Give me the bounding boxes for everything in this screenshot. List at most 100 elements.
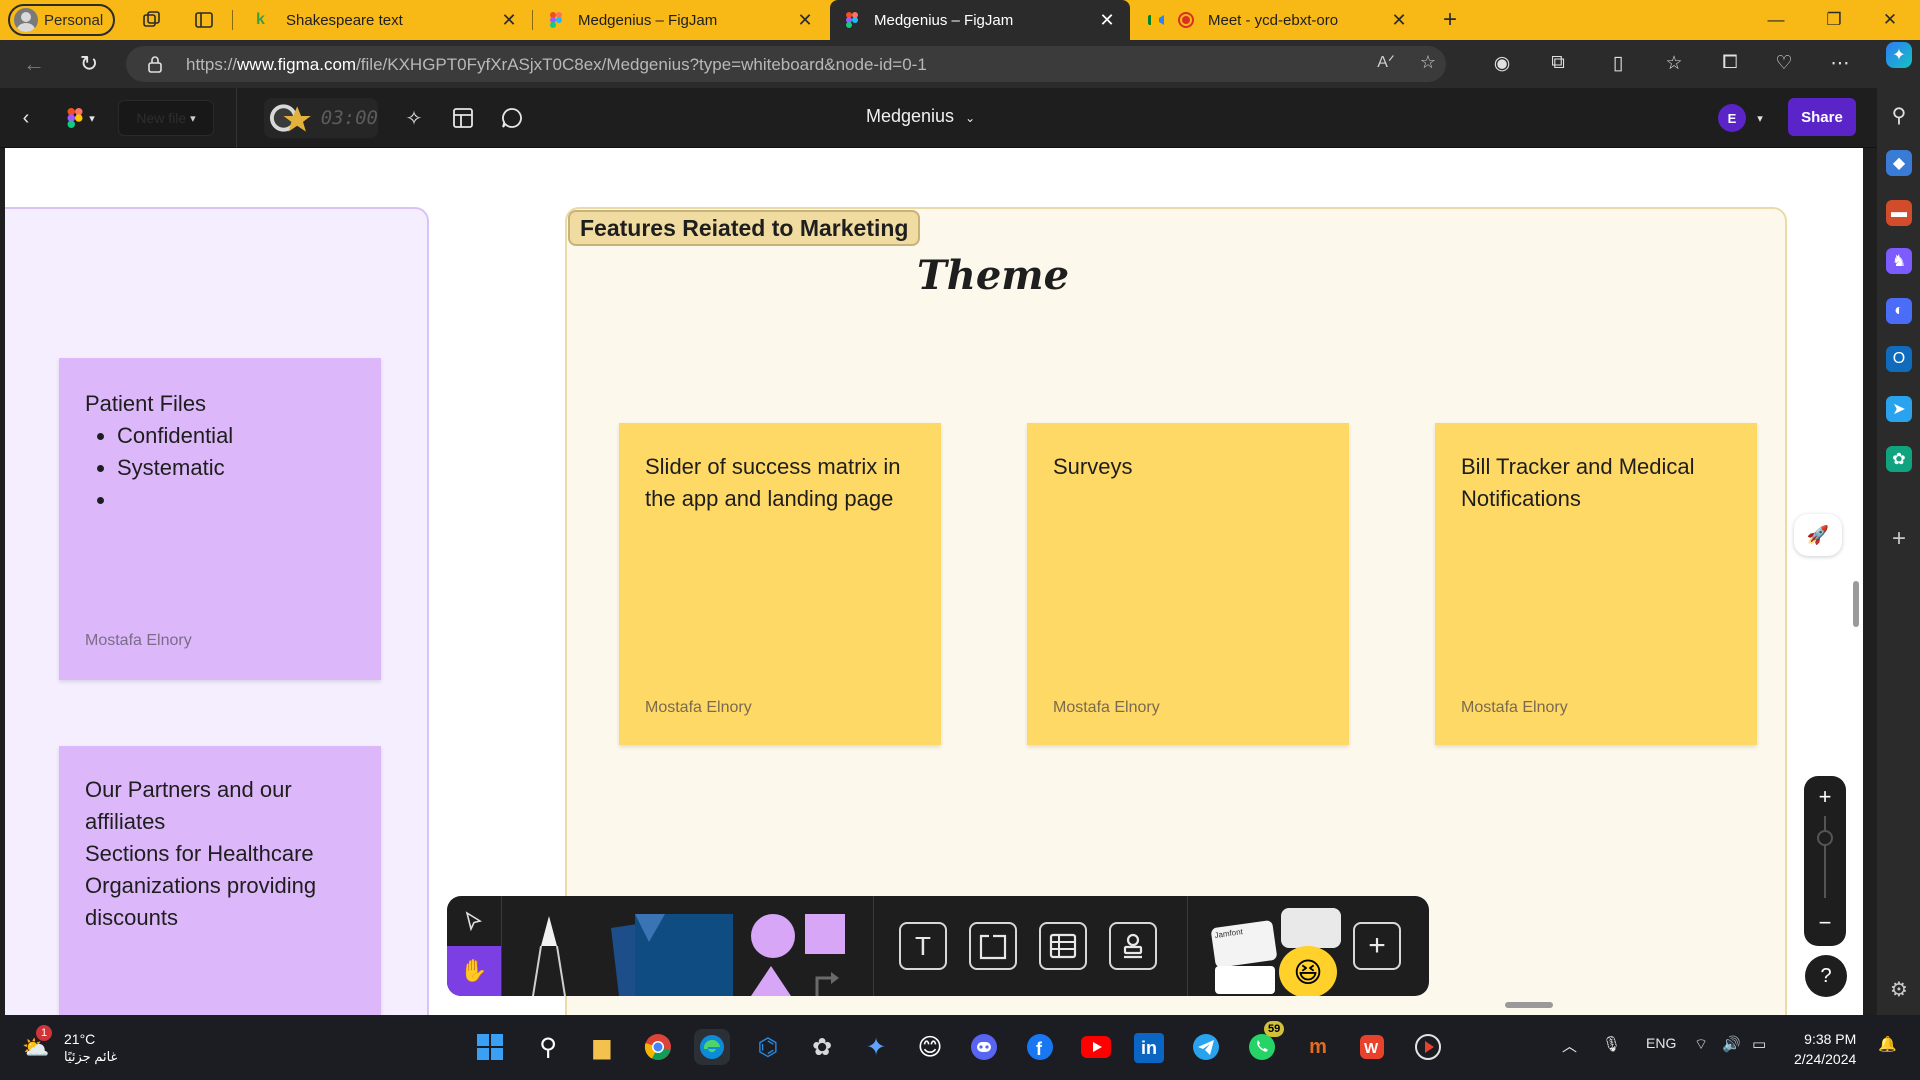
theme-handwritten-label[interactable]: Theme [917,252,1069,299]
new-tab-icon[interactable]: + [1438,6,1462,33]
tab-medgenius-active[interactable]: Medgenius – FigJam ✕ [830,0,1130,40]
tab-shakespeare[interactable]: k Shakespeare text ✕ [246,0,528,40]
outlook-icon[interactable]: O [1886,346,1912,372]
table-tool-icon[interactable] [1039,922,1087,970]
close-window-icon[interactable]: ✕ [1862,0,1918,40]
chatgpt-icon[interactable]: ✿ [1886,446,1912,472]
facebook-icon[interactable]: f [1022,1029,1058,1065]
browser-essentials-icon[interactable]: ◉ [1490,52,1514,76]
more-options-icon[interactable]: ⋯ [1828,52,1852,76]
extensions-icon[interactable]: ⧉ [1546,52,1570,76]
add-sidebar-app-icon[interactable]: + [1886,525,1912,552]
section-tool-icon[interactable] [969,922,1017,970]
section-title-label[interactable]: Features Reiated to Marketing [568,210,921,246]
chrome-icon[interactable] [640,1029,676,1065]
chevron-down-icon[interactable]: ▾ [1752,108,1768,128]
sticky-note-surveys[interactable]: Surveys Mostafa Elnory [1027,423,1349,745]
settings-gear-icon[interactable]: ⚙ [1886,976,1912,1002]
close-tab-icon[interactable]: ✕ [1390,10,1408,31]
main-menu-button[interactable]: ▾ [58,104,102,132]
tray-expand-icon[interactable]: ︿ [1562,1035,1577,1056]
sticky-note-patient-files[interactable]: Patient Files Confidential Systematic Mo… [59,358,381,680]
workspaces-icon[interactable] [140,8,164,32]
microphone-icon[interactable]: 🎙 [1602,1035,1621,1053]
close-tab-icon[interactable]: ✕ [500,10,518,31]
vscode-icon[interactable]: ⌬ [750,1029,786,1065]
wifi-icon[interactable]: ⌔ [1694,1035,1708,1054]
hand-tool-icon[interactable]: ✋ [447,946,501,996]
sticky-note-tool[interactable] [605,914,733,996]
sticky-note-bill-tracker[interactable]: Bill Tracker and Medical Notifications M… [1435,423,1757,745]
timer-widget[interactable]: 03:00 [264,98,378,138]
character-app-icon[interactable]: 😊 [912,1029,948,1065]
restore-icon[interactable]: ❐ [1806,0,1862,40]
tools-briefcase-icon[interactable]: ▬ [1886,200,1912,226]
copilot-icon[interactable]: ✦ [1886,42,1912,68]
close-tab-icon[interactable]: ✕ [1098,10,1116,31]
tab-medgenius-1[interactable]: Medgenius – FigJam ✕ [536,0,826,40]
refresh-icon[interactable]: ↻ [75,50,103,78]
search-icon[interactable]: ⚲ [530,1029,566,1065]
sticky-note-slider[interactable]: Slider of success matrix in the app and … [619,423,941,745]
profile-button[interactable]: Personal [8,4,116,36]
clock[interactable]: 9:38 PM 2/24/2024 [1794,1029,1856,1069]
new-file-button[interactable]: New file ▾ [118,100,214,136]
url-field[interactable]: https://www.figma.com/file/KXHGPT0FyfXrA… [126,46,1446,82]
moodle-icon[interactable]: m [1300,1029,1336,1065]
zoom-out-icon[interactable]: − [1804,910,1846,936]
more-tools-plus-icon[interactable]: + [1353,922,1401,970]
favorites-icon[interactable]: ☆ [1662,52,1686,76]
zoom-slider-handle[interactable] [1817,830,1833,846]
templates-layout-icon[interactable] [449,104,477,132]
linkedin-icon[interactable]: in [1134,1033,1164,1063]
discord-icon[interactable] [966,1029,1002,1065]
marker-pen-tool[interactable] [519,912,579,996]
stickers-stamps-tray[interactable]: Jamfont 😆 [1209,908,1345,996]
read-aloud-icon[interactable]: Aᐟ [1374,52,1398,76]
performance-icon[interactable]: ♡ [1772,52,1796,76]
wps-office-icon[interactable]: W [1354,1029,1390,1065]
windows-start-icon[interactable] [472,1029,508,1065]
favorite-star-icon[interactable]: ☆ [1416,52,1440,76]
zoom-in-icon[interactable]: + [1804,784,1846,810]
vertical-scrollbar[interactable] [1853,581,1859,627]
whiteboard-canvas[interactable]: Patient Files Confidential Systematic Mo… [5,148,1863,1015]
close-tab-icon[interactable]: ✕ [796,10,814,31]
sticky-note-partners[interactable]: Our Partners and our affiliates Sections… [59,746,381,1015]
telegram-icon[interactable] [1188,1029,1224,1065]
chatgpt-app-icon[interactable]: ✿ [804,1029,840,1065]
minimize-icon[interactable]: — [1748,0,1804,40]
ai-sparkle-icon[interactable]: ✧ [400,104,428,132]
select-tool-icon[interactable] [447,896,501,946]
microsoft365-icon[interactable]: ◐ [1886,298,1912,324]
youtube-icon[interactable] [1078,1029,1114,1065]
notification-bell-icon[interactable]: 🔔 [1878,1035,1897,1053]
tab-meet[interactable]: Meet - ycd-ebxt-oro ✕ [1136,0,1420,40]
share-button[interactable]: Share [1788,98,1856,136]
split-screen-icon[interactable]: ▯ [1606,52,1630,76]
text-tool-icon[interactable]: T [899,922,947,970]
whatsapp-icon[interactable]: 59 [1244,1021,1285,1065]
media-player-icon[interactable] [1410,1029,1446,1065]
zoom-slider-track[interactable] [1824,816,1826,898]
battery-icon[interactable]: ▭ [1752,1035,1766,1053]
user-avatar[interactable]: E [1718,104,1746,132]
file-explorer-icon[interactable]: ▆ [584,1029,620,1065]
collections-icon[interactable]: ⧠ [1718,52,1742,76]
shapes-tool[interactable] [747,912,851,996]
games-icon[interactable]: ♞ [1886,248,1912,274]
stamp-tool-icon[interactable] [1109,922,1157,970]
language-indicator[interactable]: ENG [1646,1035,1676,1051]
copilot-sparkle-icon[interactable]: ✦ [858,1029,894,1065]
search-icon[interactable]: ⚲ [1886,102,1912,128]
shopping-tag-icon[interactable]: ◆ [1886,150,1912,176]
volume-icon[interactable]: 🔊 [1722,1035,1741,1053]
back-chevron-icon[interactable]: ‹ [14,106,38,130]
telegram-send-icon[interactable]: ➤ [1886,396,1912,422]
widget-rocket-button[interactable]: 🚀 [1794,514,1842,556]
comment-bubble-icon[interactable] [498,104,526,132]
help-icon[interactable]: ? [1805,955,1847,997]
edge-icon[interactable] [694,1029,730,1065]
horizontal-scrollbar[interactable] [1505,1002,1553,1008]
tab-actions-icon[interactable] [192,8,216,32]
